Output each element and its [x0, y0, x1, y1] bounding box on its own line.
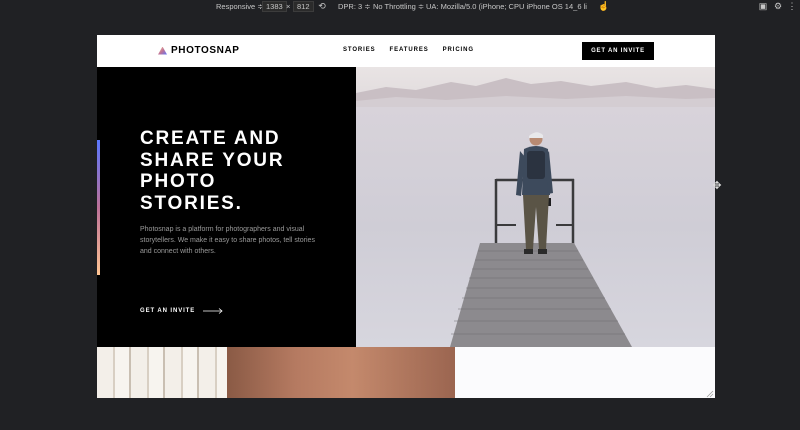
nav-link-stories[interactable]: STORIES [343, 47, 376, 53]
move-cursor-icon: ✥ [712, 180, 722, 192]
screenshot-icon[interactable]: ▣ [758, 1, 768, 11]
arrow-right-icon [203, 308, 223, 314]
rotate-icon[interactable]: ⟲ [317, 1, 327, 11]
nav-link-pricing[interactable]: PRICING [443, 47, 474, 53]
hero-title-line: CREATE AND [140, 128, 281, 149]
device-select[interactable]: Responsive ≑ [216, 2, 264, 11]
feature-image-strip [97, 347, 715, 398]
more-options-icon[interactable]: ⋮ [787, 1, 797, 11]
logo-triangle-icon [158, 46, 167, 55]
hero-invite-label: GET AN INVITE [140, 308, 196, 314]
hero-title-line: SHARE YOUR [140, 149, 285, 171]
throttling-select[interactable]: No Throttling ≑ [373, 2, 424, 11]
feature-image-blinds [97, 347, 227, 398]
nav-link-features[interactable]: FEATURES [390, 47, 429, 53]
hero-description: Photosnap is a platform for photographer… [140, 226, 315, 255]
devtools-toolbar: Responsive ≑ 1383 × 812 ⟲ DPR: 3 ≑ No Th… [0, 0, 800, 13]
gear-icon[interactable]: ⚙ [773, 1, 783, 11]
hero-title: CREATE AND SHARE YOUR PHOTO STORIES. [140, 128, 340, 214]
hero-title-line: PHOTO [140, 171, 217, 192]
feature-image-copper [227, 347, 455, 398]
hero-invite-link[interactable]: GET AN INVITE [140, 308, 223, 314]
header-invite-button[interactable]: GET AN INVITE [582, 42, 654, 60]
hero-text-panel: CREATE AND SHARE YOUR PHOTO STORIES. Pho… [97, 67, 356, 347]
logo[interactable]: PHOTOSNAP [158, 45, 240, 56]
feature-panel [455, 347, 715, 398]
main-nav: STORIES FEATURES PRICING [343, 47, 474, 53]
touch-icon[interactable]: ☝ [598, 1, 609, 11]
dimension-separator: × [286, 2, 291, 11]
logo-text: PHOTOSNAP [171, 45, 240, 56]
resize-handle-icon[interactable] [706, 390, 714, 398]
page-viewport: PHOTOSNAP STORIES FEATURES PRICING GET A… [97, 35, 715, 398]
viewport-height-input[interactable]: 812 [293, 1, 314, 12]
viewport-width-input[interactable]: 1383 [262, 1, 287, 12]
site-header: PHOTOSNAP STORIES FEATURES PRICING GET A… [97, 35, 715, 67]
accent-bar [97, 140, 100, 275]
hero-title-line: STORIES. [140, 192, 243, 214]
dpr-select[interactable]: DPR: 3 ≑ [338, 2, 371, 11]
user-agent-select[interactable]: UA: Mozilla/5.0 (iPhone; CPU iPhone OS 1… [426, 2, 587, 11]
hero-image [356, 67, 715, 347]
